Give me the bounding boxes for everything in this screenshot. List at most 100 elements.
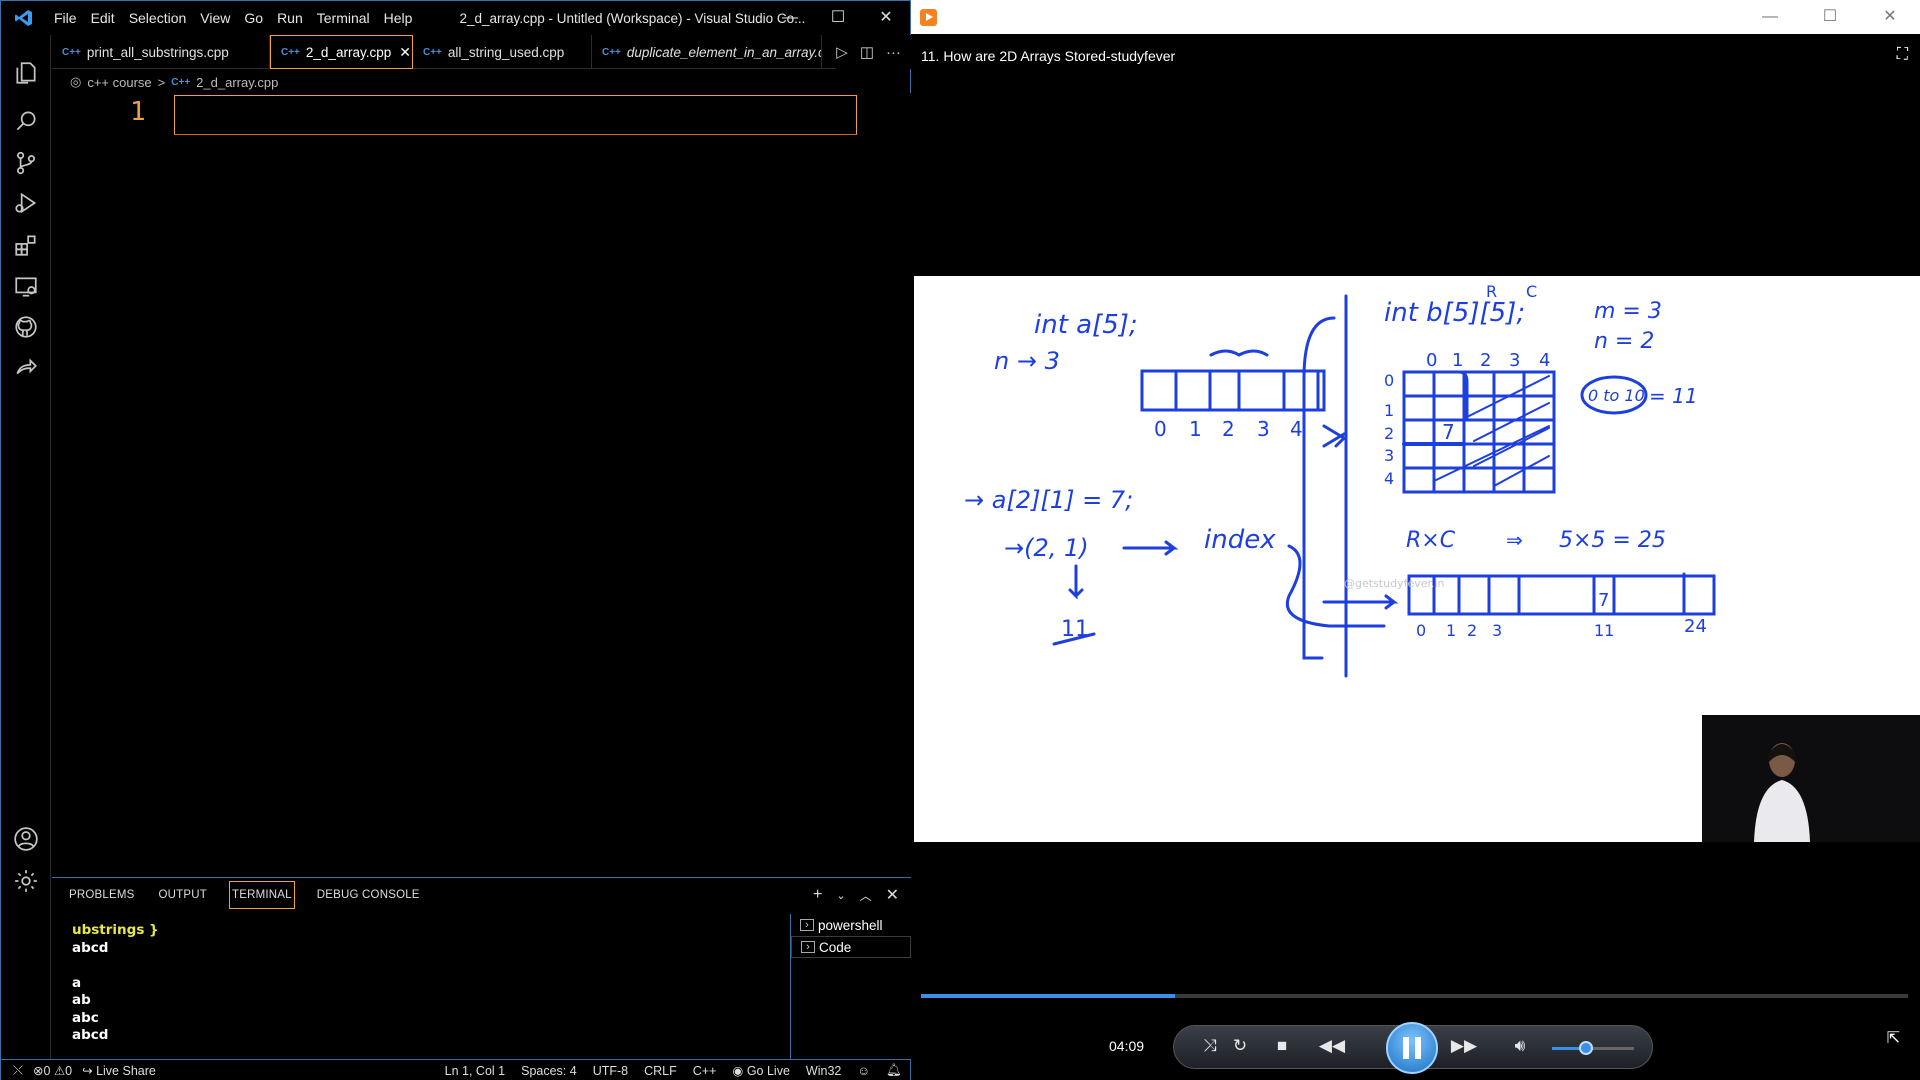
fullscreen-icon[interactable]: ⛶ (1897, 46, 1908, 64)
tab-output[interactable]: OUTPUT (157, 882, 209, 908)
cursor-position[interactable]: Ln 1, Col 1 (445, 1064, 505, 1078)
maximize-panel-icon[interactable]: ︿ (860, 887, 872, 904)
live-share-status[interactable]: ↪ Live Share (82, 1063, 156, 1078)
rewind-icon[interactable]: ◀◀ (1314, 1036, 1350, 1056)
warning-icon: ⚠ (53, 1064, 66, 1078)
live-share-icon[interactable] (10, 351, 42, 383)
notifications-bell-icon[interactable]: 🔔︎ (886, 1063, 902, 1078)
explorer-icon[interactable] (10, 57, 42, 89)
indentation[interactable]: Spaces: 4 (521, 1064, 577, 1078)
terminal-line: a (72, 974, 82, 991)
maximize-icon[interactable]: ☐ (1800, 0, 1860, 34)
tab-2-d-array[interactable]: C++ 2_d_array.cpp ✕ (270, 35, 413, 69)
menu-go[interactable]: Go (237, 1, 270, 35)
breadcrumb-folder[interactable]: c++ course (87, 75, 151, 90)
tab-debug-console[interactable]: DEBUG CONSOLE (315, 882, 422, 908)
terminal-item-code[interactable]: › Code (791, 936, 911, 958)
cpp-file-icon: C++ (602, 46, 621, 58)
maximize-icon[interactable]: ☐ (814, 1, 862, 35)
extensions-icon[interactable] (10, 229, 42, 261)
volume-slider[interactable] (1552, 1041, 1634, 1055)
breadcrumb-file[interactable]: 2_d_array.cpp (196, 75, 278, 90)
wb-col-idx-4: 4 (1539, 350, 1550, 371)
fast-forward-icon[interactable]: ▶▶ (1446, 1036, 1482, 1056)
terminal-output[interactable]: ubstrings } abcd a ab abc abcd (72, 922, 159, 1045)
video-frame[interactable]: int a[5]; n → 3 0 1 2 3 4 → a[2][1] = 7;… (914, 276, 1920, 842)
terminal-item-powershell[interactable]: › powershell (791, 914, 911, 936)
code-editor[interactable]: 1 (52, 93, 911, 877)
window-title: 2_d_array.cpp - Untitled (Workspace) - V… (459, 10, 806, 26)
stop-icon[interactable]: ■ (1268, 1036, 1296, 1056)
close-icon[interactable]: ✕ (862, 1, 910, 35)
encoding[interactable]: UTF-8 (593, 1064, 628, 1078)
tab-duplicate-element[interactable]: C++ duplicate_element_in_an_array.cp (592, 35, 822, 69)
volume-icon[interactable]: 🔊︎ (1506, 1036, 1534, 1056)
elapsed-time: 04:09 (1109, 1038, 1145, 1054)
breadcrumb: ◎ c++ course > C++ 2_d_array.cpp (52, 71, 911, 93)
settings-gear-icon[interactable] (10, 865, 42, 897)
pause-icon (1403, 1037, 1409, 1059)
tab-all-string-used[interactable]: C++ all_string_used.cpp (413, 35, 592, 69)
bottom-panel: PROBLEMS OUTPUT TERMINAL DEBUG CONSOLE +… (52, 877, 911, 1060)
language-mode[interactable]: C++ (693, 1064, 717, 1078)
problems-status[interactable]: ⊗0 ⚠0 (33, 1063, 72, 1078)
wb-n-eq: n = 2 (1594, 329, 1654, 354)
split-editor-icon[interactable]: ◫ (860, 43, 874, 61)
terminal-item-label: Code (819, 939, 852, 955)
close-icon[interactable]: ✕ (1860, 0, 1920, 34)
wb-col-idx-0: 0 (1426, 350, 1437, 371)
account-icon[interactable] (10, 823, 42, 855)
tab-problems[interactable]: PROBLEMS (67, 882, 137, 908)
remote-icon[interactable]: ⤬ (13, 1063, 23, 1078)
new-terminal-icon[interactable]: + (813, 886, 822, 904)
minimize-icon[interactable]: — (1740, 0, 1800, 34)
mini-player-icon[interactable]: ⇱ (1887, 1028, 1900, 1048)
shuffle-icon[interactable]: ⤨ (1196, 1036, 1224, 1056)
terminal-line: abcd (72, 1027, 109, 1043)
terminal-item-label: powershell (818, 917, 883, 933)
remote-explorer-icon[interactable] (10, 271, 42, 303)
current-line-highlight[interactable] (174, 95, 857, 135)
terminal-line: abc (72, 1009, 99, 1026)
menu-view[interactable]: View (193, 1, 237, 35)
menu-terminal[interactable]: Terminal (310, 1, 377, 35)
platform[interactable]: Win32 (806, 1064, 841, 1078)
tab-print-all-substrings[interactable]: C++ print_all_substrings.cpp (52, 35, 270, 69)
wb-row-idx-0: 0 (1384, 371, 1394, 390)
source-control-icon[interactable] (10, 147, 42, 179)
more-actions-icon[interactable]: ··· (886, 44, 901, 61)
wb-flat-idx-0: 0 (1416, 621, 1426, 640)
menu-help[interactable]: Help (377, 1, 420, 35)
minimize-icon[interactable]: — (766, 1, 814, 35)
wb-row-idx-4: 4 (1384, 469, 1394, 488)
feedback-icon[interactable]: ☺ (857, 1064, 870, 1078)
close-tab-icon[interactable]: ✕ (399, 44, 411, 61)
go-live-button[interactable]: ◉ Go Live (732, 1063, 790, 1078)
seek-bar[interactable] (921, 994, 1908, 998)
terminal-list: › powershell › Code (790, 914, 911, 1060)
wb-index-word: index (1204, 525, 1276, 555)
warning-count: 0 (65, 1064, 73, 1078)
menu-run[interactable]: Run (270, 1, 310, 35)
menu-file[interactable]: File (47, 1, 84, 35)
wb-rxc: R×C (1406, 528, 1456, 553)
run-file-icon[interactable]: ▷ (836, 43, 848, 61)
wb-col-idx-3: 3 (1509, 350, 1520, 371)
close-panel-icon[interactable]: ✕ (886, 885, 899, 905)
end-of-line[interactable]: CRLF (644, 1064, 677, 1078)
menu-selection[interactable]: Selection (122, 1, 194, 35)
repeat-icon[interactable]: ↻ (1226, 1036, 1254, 1056)
github-icon[interactable] (10, 311, 42, 343)
editor-tabs: C++ print_all_substrings.cpp C++ 2_d_arr… (52, 35, 911, 69)
wb-1d-array-box (1140, 369, 1326, 412)
video-title: 11. How are 2D Arrays Stored-studyfever (921, 48, 1176, 64)
run-debug-icon[interactable] (10, 187, 42, 219)
chevron-down-icon[interactable]: ⌄ (836, 889, 845, 902)
search-icon[interactable] (10, 105, 42, 137)
tab-terminal[interactable]: TERMINAL (229, 881, 295, 909)
pause-button[interactable] (1386, 1022, 1438, 1074)
menu-edit[interactable]: Edit (84, 1, 122, 35)
volume-knob[interactable] (1579, 1041, 1594, 1055)
live-share-icon: ↪ (82, 1064, 93, 1078)
